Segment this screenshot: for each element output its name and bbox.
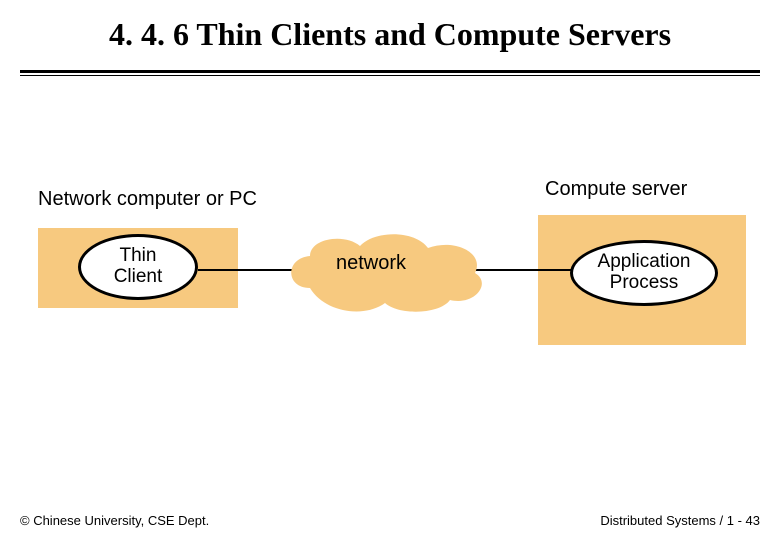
thin-client-text: ThinClient (114, 246, 163, 288)
application-process-text: ApplicationProcess (598, 252, 691, 294)
label-compute-server: Compute server (545, 178, 687, 201)
label-network: network (336, 252, 406, 275)
thin-client-node: ThinClient (78, 234, 198, 300)
title-underline (20, 70, 760, 76)
slide-title: 4. 4. 6 Thin Clients and Compute Servers (0, 16, 780, 53)
application-process-node: ApplicationProcess (570, 240, 718, 306)
label-network-computer: Network computer or PC (38, 188, 257, 211)
footer-page-number: Distributed Systems / 1 - 43 (600, 513, 760, 528)
footer-copyright: © Chinese University, CSE Dept. (20, 513, 209, 528)
